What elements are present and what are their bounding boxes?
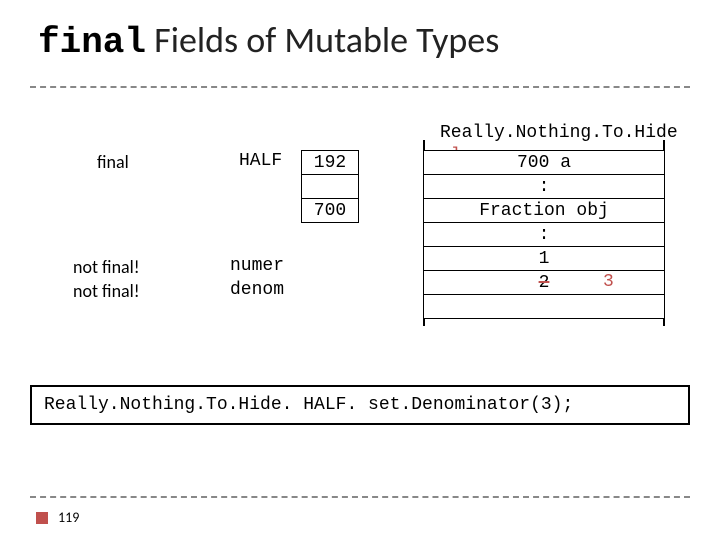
slide-title: final Fields of Mutable Types bbox=[38, 18, 499, 63]
label-final: final bbox=[97, 151, 129, 173]
obj-colon-1: : bbox=[423, 174, 665, 199]
label-notfinal-2: not final! bbox=[73, 280, 140, 302]
title-divider bbox=[30, 86, 690, 88]
obj-denom-old: 2 bbox=[539, 273, 550, 293]
obj-numer: 1 bbox=[423, 246, 665, 271]
stack-half-address: 192 bbox=[301, 150, 359, 175]
stack-blank bbox=[301, 174, 359, 199]
obj-type: Fraction obj bbox=[423, 198, 665, 223]
footer-bullet-icon bbox=[36, 512, 48, 524]
title-keyword: final bbox=[38, 22, 146, 63]
page-number: 119 bbox=[58, 509, 79, 526]
obj-empty bbox=[423, 294, 665, 319]
obj-colon-2: : bbox=[423, 222, 665, 247]
obj-denom-new: 3 bbox=[603, 272, 614, 292]
stack-obj-address: 700 bbox=[301, 198, 359, 223]
footer-divider bbox=[30, 496, 690, 498]
label-denom: denom bbox=[230, 280, 284, 300]
title-rest: Fields of Mutable Types bbox=[146, 18, 499, 62]
obj-addr: 700 a bbox=[423, 150, 665, 175]
label-half: HALF bbox=[239, 151, 282, 171]
label-numer: numer bbox=[230, 256, 284, 276]
obj-denom: 2 bbox=[423, 270, 665, 295]
label-notfinal-1: not final! bbox=[73, 256, 140, 278]
code-line: Really.Nothing.To.Hide. HALF. set.Denomi… bbox=[30, 385, 690, 425]
